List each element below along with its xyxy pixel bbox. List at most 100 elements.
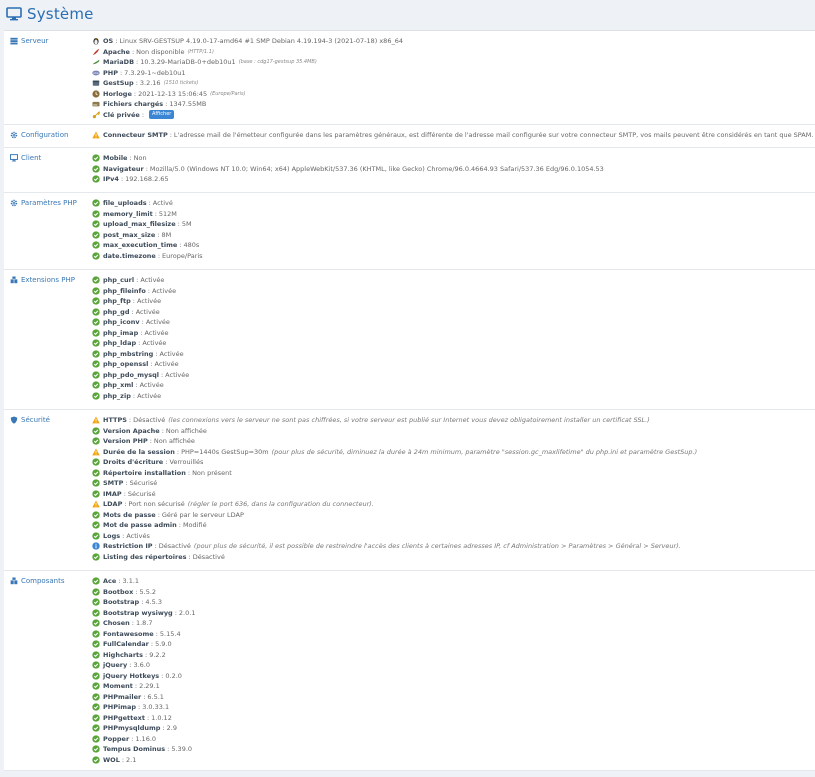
info-row: FullCalendar:5.9.0: [92, 639, 195, 650]
info-row: Durée de la session: PHP=1440s GestSup=30…: [92, 447, 697, 458]
row-key: max_execution_time: [103, 241, 178, 249]
row-value: L'adresse mail de l'émetteur configurée …: [173, 131, 814, 139]
section-label-extensions: Extensions PHP: [10, 276, 75, 284]
row-value: Activée: [139, 381, 164, 389]
row-separator: :: [165, 100, 168, 108]
info-row: IMAP: Sécurisé: [92, 489, 697, 500]
section-client: Client Mobile: Non Navigateur: Mozilla/5.0 (…: [4, 148, 815, 193]
check-circle-icon: [92, 469, 100, 477]
info-row: HTTPS: Désactivé (les connexions vers le s…: [92, 415, 697, 426]
row-key: php_curl: [103, 276, 135, 284]
row-value: Activés: [126, 531, 150, 540]
row-key: SMTP: [103, 479, 124, 487]
info-row: Popper:1.16.0: [92, 734, 195, 745]
check-circle-icon: [92, 756, 100, 764]
info-row: LDAP: Port non sécurisé (régler le port 63…: [92, 499, 697, 510]
section-rows: file_uploads: Activé memory_limit:512M uplo…: [92, 198, 203, 261]
row-key: Restriction IP: [103, 542, 153, 550]
gestsup-box-icon: [92, 79, 100, 87]
row-value: 1.0.12: [151, 713, 172, 722]
row-key: WOL: [103, 755, 120, 764]
row-separator: :: [124, 500, 127, 508]
row-separator: :: [174, 608, 177, 617]
row-separator: :: [128, 416, 132, 424]
row-key: Tempus Dominus: [103, 745, 166, 753]
info-row: Listing des répertoires: Désactivé: [92, 552, 697, 563]
section-title: Sécurité: [21, 416, 50, 424]
info-row: php_imap: Activée: [92, 328, 189, 339]
info-row: php_curl: Activée: [92, 275, 189, 286]
info-row: Logs: Activés: [92, 531, 697, 542]
check-circle-icon: [92, 350, 100, 358]
info-row: Restriction IP: Désactivé (pour plus de sé…: [92, 541, 697, 552]
section-label-client: Client: [10, 154, 41, 162]
row-value: 2.0.1: [178, 608, 196, 617]
row-key: upload_max_filesize: [103, 220, 176, 228]
row-note: (pour plus de sécurité, diminuez la duré…: [271, 447, 698, 456]
check-circle-icon: [92, 588, 100, 596]
row-separator: :: [141, 598, 144, 606]
row-separator: :: [169, 131, 172, 139]
row-separator: :: [122, 531, 125, 540]
show-private-key-button[interactable]: Afficher: [149, 110, 175, 120]
info-row: PHPmailer:6.5.1: [92, 692, 195, 703]
info-row: max_execution_time:480s: [92, 240, 203, 251]
row-value: Activée: [137, 391, 162, 400]
check-circle-icon: [92, 682, 100, 690]
row-note: (pour plus de sécurité, il est possible …: [193, 542, 681, 550]
row-separator: :: [138, 339, 141, 347]
row-separator: :: [177, 220, 180, 228]
row-separator: :: [179, 241, 182, 249]
row-key: Bootstrap: [103, 598, 140, 606]
check-circle-icon: [92, 693, 100, 701]
check-circle-icon: [92, 318, 100, 326]
check-circle-icon: [92, 724, 100, 732]
section-rows: Ace:3.1.1 Bootbox:5.5.2 Bootstrap:4.5.3 Boo…: [92, 576, 195, 765]
info-row: Bootstrap wysiwyg:2.0.1: [92, 608, 195, 619]
section-title: Configuration: [21, 131, 69, 139]
row-note: (HTTP/1.1): [187, 48, 214, 55]
section-php: Paramètres PHP file_uploads: Activé memory_…: [4, 193, 815, 270]
check-circle-icon: [92, 210, 100, 218]
apache-feather-icon: [92, 48, 100, 56]
check-circle-icon: [92, 241, 100, 249]
row-key: Bootbox: [103, 587, 134, 596]
check-circle-icon: [92, 651, 100, 659]
row-key: PHP: [103, 68, 118, 77]
check-circle-icon: [92, 339, 100, 347]
row-value: Non affichée: [165, 426, 207, 435]
row-value: Activée: [144, 328, 169, 337]
row-note: (les connexions vers le serveur ne sont …: [168, 416, 650, 424]
row-value: 512M: [158, 209, 177, 218]
row-value: Sécurisé: [127, 489, 156, 498]
row-key: PHPimap: [103, 703, 137, 711]
row-key: Chosen: [103, 619, 130, 627]
row-separator: :: [154, 209, 157, 218]
row-value: Activée: [140, 276, 165, 284]
row-separator: :: [129, 661, 132, 669]
row-separator: :: [176, 447, 180, 456]
row-value: 2.9: [166, 724, 177, 732]
row-separator: :: [141, 318, 144, 326]
check-circle-icon: [92, 231, 100, 239]
section-extensions: Extensions PHP php_curl: Activée php_filein…: [4, 270, 815, 410]
info-row: memory_limit:512M: [92, 209, 203, 220]
info-row: Highcharts:9.2.2: [92, 650, 195, 661]
row-value: Activée: [159, 349, 184, 358]
monitor-icon: [6, 7, 22, 21]
info-row: php_xml: Activée: [92, 380, 189, 391]
row-separator: :: [140, 328, 143, 337]
row-separator: :: [149, 437, 152, 445]
row-separator: :: [123, 489, 126, 498]
row-key: Mot de passe admin: [103, 521, 177, 529]
row-key: Apache: [103, 47, 130, 56]
row-key: Répertoire installation: [103, 468, 186, 477]
row-value: Port non sécurisé: [128, 500, 185, 508]
linux-icon: [92, 37, 100, 45]
check-circle-icon: [92, 630, 100, 638]
row-note: (Europe/Paris): [210, 90, 246, 97]
row-separator: :: [138, 703, 141, 711]
section-serveur: Serveur OS: Linux SRV-GESTSUP 4.19.0-17-am…: [4, 31, 815, 125]
check-circle-icon: [92, 329, 100, 337]
check-circle-icon: [92, 165, 100, 173]
